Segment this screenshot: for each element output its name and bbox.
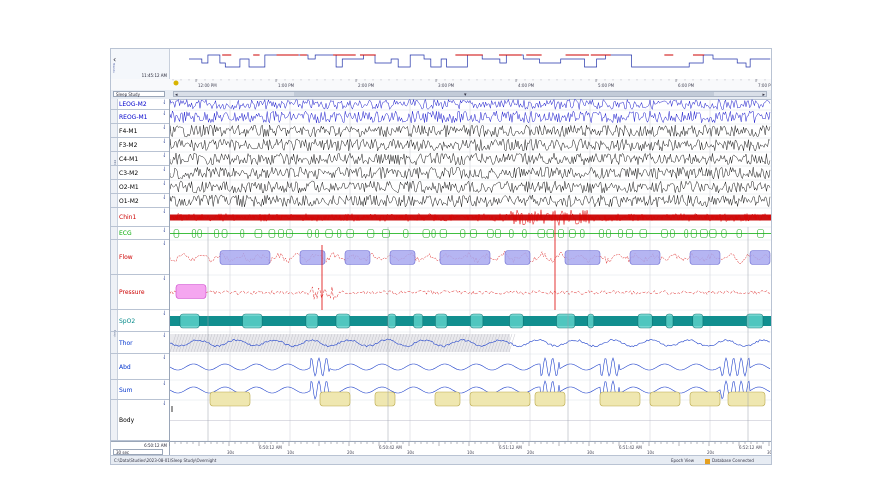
channel-settings-icon[interactable]: ⇃ <box>162 354 167 361</box>
channel-label-c3-m2[interactable]: C3-M2 ⇃ <box>111 166 169 180</box>
channel-settings-icon[interactable]: ⇃ <box>162 227 167 234</box>
epoch-axis-controls: 6:50:12 AM 30 sec <box>111 442 170 456</box>
scrollbar-thumb[interactable] <box>294 92 714 96</box>
channel-settings-icon[interactable]: ⇃ <box>162 166 167 173</box>
overview-tick-label: 5:00 PM <box>598 83 615 88</box>
channel-settings-icon[interactable]: ⇃ <box>162 400 167 407</box>
channel-name: Pressure <box>119 289 145 296</box>
connection-label: Database Connected <box>712 458 754 463</box>
channel-name: REOG-M1 <box>119 113 148 121</box>
channel-settings-icon[interactable]: ⇃ <box>162 380 167 387</box>
epoch-time-label: 6:50:12 AM <box>259 445 282 450</box>
epoch-axis-svg: 6:50:12 AM 6:50:42 AM 6:51:12 AM 6:51:42 AM… <box>169 442 771 455</box>
channel-name: O1-M2 <box>119 197 139 205</box>
channel-label-f4-m1[interactable]: F4-M1 ⇃ <box>111 124 169 138</box>
channel-settings-icon[interactable]: ⇃ <box>162 138 167 145</box>
channel-name: Abd <box>119 363 131 371</box>
overview-tick-label: 4:00 PM <box>518 83 535 88</box>
channel-name: Sum <box>119 386 133 394</box>
channel-settings-icon[interactable]: ⇃ <box>162 240 167 247</box>
channel-settings-icon[interactable]: ⇃ <box>162 180 167 187</box>
channel-settings-icon[interactable]: ⇃ <box>162 275 167 282</box>
overview-vertical-label: Trends <box>112 63 116 73</box>
channel-name: Thor <box>119 339 133 347</box>
overview-tick-label: 6:00 PM <box>678 83 695 88</box>
channel-name: ECG <box>119 230 132 237</box>
channel-name: Flow <box>119 254 133 261</box>
overview-tick-label: 12:00 PM <box>198 83 217 88</box>
channel-name: Body <box>119 417 135 424</box>
channel-settings-icon[interactable]: ⇃ <box>162 124 167 131</box>
epoch-time-label: 6:50:42 AM <box>379 445 402 450</box>
channel-label-chin1[interactable]: Chin1 ⇃ <box>111 208 169 227</box>
epoch-start-time: 6:50:12 AM <box>144 443 167 448</box>
overview-tick-label: 7:00 PM <box>758 83 771 88</box>
sleep-study-viewer: ‹ Trends 11:45:12 AM 12:00 PM 1:00 PM 2:00… <box>110 48 772 465</box>
epoch-time-label: 6:51:12 AM <box>499 445 522 450</box>
epoch-time-label: 6:52:12 AM <box>739 445 762 450</box>
channel-label-leog-m2[interactable]: LEOG-M2 ⇃ <box>111 99 169 110</box>
channel-label-f3-m2[interactable]: F3-M2 ⇃ <box>111 138 169 152</box>
hypnogram-trend[interactable] <box>169 49 771 79</box>
channel-settings-icon[interactable]: ⇃ <box>162 310 167 317</box>
overview-tick-label: 2:00 PM <box>358 83 375 88</box>
channel-name: Chin1 <box>119 214 137 221</box>
view-select[interactable]: Sleep Study <box>113 91 165 97</box>
channel-label-abd[interactable]: Abd ⇃ <box>111 354 169 380</box>
overview-start-time: 11:45:12 AM <box>141 73 167 78</box>
channel-name: SpO2 <box>119 317 136 325</box>
channel-label-reog-m1[interactable]: REOG-M1 ⇃ <box>111 110 169 124</box>
channel-settings-icon[interactable]: ⇃ <box>162 152 167 159</box>
waveform-area[interactable] <box>170 99 771 441</box>
overview-tick-label: 3:00 PM <box>438 83 455 88</box>
channel-label-o2-m1[interactable]: O2-M1 ⇃ <box>111 180 169 194</box>
channel-name: F4-M1 <box>119 127 138 135</box>
channel-name: LEOG-M2 <box>119 101 147 108</box>
channel-label-body[interactable]: Body ⇃ <box>111 400 169 441</box>
overview-tick-label: 1:00 PM <box>278 83 295 88</box>
channel-label-thor[interactable]: Thor ⇃ <box>111 332 169 354</box>
status-bar: C:\Data\Studies\2023-08-01\Sleep Study\O… <box>111 455 771 464</box>
view-mode[interactable]: Epoch View <box>671 457 694 464</box>
channel-name: C4-M1 <box>119 155 139 163</box>
channel-label-o1-m2[interactable]: O1-M2 ⇃ <box>111 194 169 208</box>
epoch-time-label: 6:51:42 AM <box>619 445 642 450</box>
channel-name: C3-M2 <box>119 169 139 177</box>
position-marker-icon: ▾ <box>464 92 467 98</box>
scroll-right-icon[interactable]: ▸ <box>762 92 765 98</box>
channel-label-column: EEG Resp LEOG-M2 ⇃ REOG-M1 ⇃ F4-M1 ⇃ F3-M2 ⇃ C4-… <box>111 99 170 441</box>
channel-settings-icon[interactable]: ⇃ <box>162 110 167 117</box>
channel-name: F3-M2 <box>119 141 138 149</box>
channel-settings-icon[interactable]: ⇃ <box>162 208 167 215</box>
channel-label-ecg[interactable]: ECG ⇃ <box>111 227 169 240</box>
epoch-time-axis: 6:50:12 AM 30 sec 6:50:12 AM 6:50:42 AM 6:… <box>111 441 771 456</box>
channel-settings-icon[interactable]: ⇃ <box>162 194 167 201</box>
overview-tick-svg: 12:00 PM 1:00 PM 2:00 PM 3:00 PM 4:00 PM 5:00… <box>172 79 771 88</box>
waveform-svg[interactable] <box>170 99 771 441</box>
channel-settings-icon[interactable]: ⇃ <box>162 332 167 339</box>
overview-panel: ‹ Trends 11:45:12 AM <box>111 49 771 80</box>
scroll-left-icon[interactable]: ◂ <box>175 92 178 98</box>
channel-label-pressure[interactable]: Pressure ⇃ <box>111 275 169 310</box>
channel-label-flow[interactable]: Flow ⇃ <box>111 240 169 275</box>
timeline-scrollbar[interactable]: ◂ ▾ ▸ <box>173 91 767 98</box>
channel-name: O2-M1 <box>119 183 139 191</box>
channel-label-c4-m1[interactable]: C4-M1 ⇃ <box>111 152 169 166</box>
channel-settings-icon[interactable]: ⇃ <box>162 99 167 106</box>
overview-sidebar: ‹ Trends 11:45:12 AM <box>111 49 170 79</box>
channel-label-sum[interactable]: Sum ⇃ <box>111 380 169 400</box>
database-icon <box>705 458 710 464</box>
channel-label-spo2[interactable]: SpO2 ⇃ <box>111 310 169 332</box>
file-path: C:\Data\Studies\2023-08-01\Sleep Study\O… <box>114 458 217 463</box>
connection-status: Database Connected <box>705 457 754 464</box>
